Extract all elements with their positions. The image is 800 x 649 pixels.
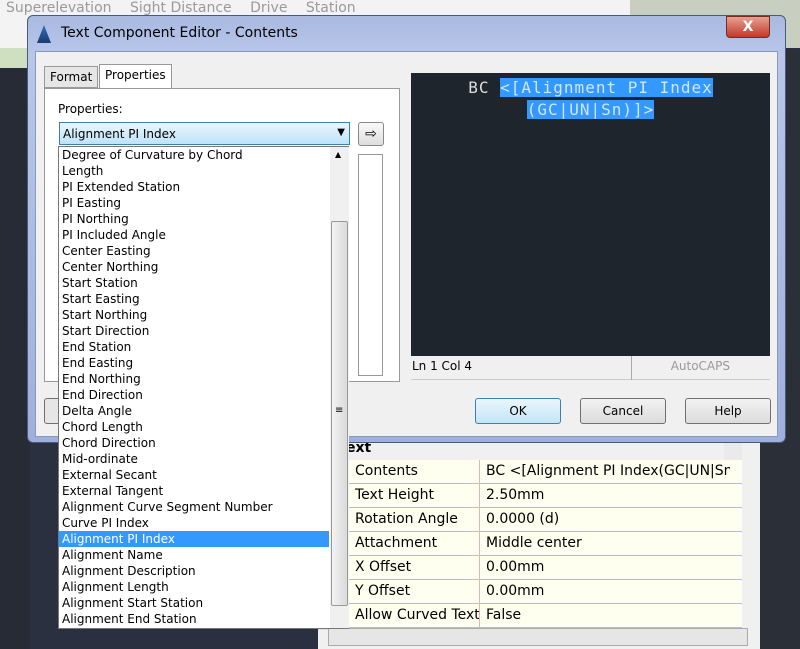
dropdown-item[interactable]: Start Station bbox=[59, 275, 329, 291]
divider bbox=[479, 484, 480, 508]
scroll-up-icon[interactable]: ▲ bbox=[335, 150, 341, 159]
grid-value[interactable]: Middle center bbox=[486, 535, 730, 551]
ribbon-tab[interactable]: Drive bbox=[250, 0, 287, 16]
property-list-behind bbox=[358, 154, 383, 376]
horizontal-scrollbar[interactable] bbox=[328, 628, 748, 646]
grid-value[interactable]: False bbox=[486, 607, 730, 623]
divider bbox=[479, 604, 480, 628]
chevron-down-icon: ▼ bbox=[337, 127, 345, 138]
dropdown-item[interactable]: External Secant bbox=[59, 467, 329, 483]
dropdown-item[interactable]: End Northing bbox=[59, 371, 329, 387]
dropdown-item[interactable]: PI Included Angle bbox=[59, 227, 329, 243]
preview-selected-text: <[Alignment PI Index bbox=[500, 78, 713, 97]
dropdown-item[interactable]: End Direction bbox=[59, 387, 329, 403]
dropdown-item[interactable]: Chord Direction bbox=[59, 435, 329, 451]
grid-value[interactable]: 0.00mm bbox=[486, 583, 730, 599]
dropdown-item[interactable]: Alignment Length bbox=[59, 579, 329, 595]
cancel-button[interactable]: Cancel bbox=[580, 398, 666, 424]
grid-key: Contents bbox=[355, 463, 418, 479]
grid-key: Y Offset bbox=[355, 583, 411, 599]
grid-value[interactable]: BC <[Alignment PI Index(GC|UN|Sn) bbox=[486, 463, 730, 479]
dropdown-item[interactable]: Start Direction bbox=[59, 323, 329, 339]
dropdown-item[interactable]: Center Easting bbox=[59, 243, 329, 259]
divider bbox=[479, 532, 480, 556]
grid-row[interactable]: X Offset 0.00mm bbox=[346, 556, 742, 580]
autocad-logo-icon bbox=[37, 25, 51, 43]
dropdown-item[interactable]: End Station bbox=[59, 339, 329, 355]
dropdown-item[interactable]: PI Extended Station bbox=[59, 179, 329, 195]
cursor-position: Ln 1 Col 4 bbox=[412, 359, 473, 373]
grid-value[interactable]: 0.0000 (d) bbox=[486, 511, 730, 527]
selected-property: Alignment PI Index bbox=[63, 127, 176, 141]
dropdown-item[interactable]: Center Northing bbox=[59, 259, 329, 275]
arrow-right-icon: ⇨ bbox=[365, 126, 377, 142]
tab-properties[interactable]: Properties bbox=[99, 64, 172, 88]
properties-dropdown-list[interactable]: Degree of Curvature by Chord Length PI Ext… bbox=[58, 146, 349, 629]
preview-selected-text-2: (GC|UN|Sn)]> bbox=[526, 100, 655, 119]
properties-label: Properties: bbox=[58, 102, 123, 116]
autocaps-indicator[interactable]: AutoCAPS bbox=[671, 359, 730, 373]
dropdown-item[interactable]: End Easting bbox=[59, 355, 329, 371]
dropdown-item[interactable]: PI Northing bbox=[59, 211, 329, 227]
dropdown-item[interactable]: Alignment PI Index bbox=[59, 531, 329, 547]
help-button[interactable]: Help bbox=[685, 398, 771, 424]
dropdown-item[interactable]: Length bbox=[59, 163, 329, 179]
dropdown-item[interactable]: Start Northing bbox=[59, 307, 329, 323]
status-bar: Ln 1 Col 4 AutoCAPS bbox=[411, 356, 770, 380]
dropdown-item[interactable]: Curve PI Index bbox=[59, 515, 329, 531]
grid-row[interactable]: Attachment Middle center bbox=[346, 532, 742, 556]
grid-key: Rotation Angle bbox=[355, 511, 458, 527]
dropdown-item[interactable]: Alignment Description bbox=[59, 563, 329, 579]
text-editor-preview[interactable]: BC <[Alignment PI Index (GC|UN|Sn)]> bbox=[411, 73, 770, 356]
ribbon-tab[interactable]: Sight Distance bbox=[130, 0, 232, 16]
close-button[interactable]: X bbox=[726, 16, 770, 38]
grid-row[interactable]: Text Height 2.50mm bbox=[346, 484, 742, 508]
grid-key: Allow Curved Text bbox=[355, 607, 480, 623]
grid-value[interactable]: 2.50mm bbox=[486, 487, 730, 503]
preview-plain-text: BC bbox=[468, 78, 501, 97]
tab-format[interactable]: Format bbox=[44, 66, 99, 88]
grid-value[interactable]: 0.00mm bbox=[486, 559, 730, 575]
dropdown-item[interactable]: Start Easting bbox=[59, 291, 329, 307]
drawing-area bbox=[0, 68, 30, 649]
dropdown-item[interactable]: Delta Angle bbox=[59, 403, 329, 419]
ok-button[interactable]: OK bbox=[475, 398, 561, 424]
divider bbox=[479, 508, 480, 532]
dropdown-item[interactable]: Alignment Curve Segment Number bbox=[59, 499, 329, 515]
divider bbox=[479, 556, 480, 580]
divider bbox=[631, 356, 632, 380]
scrollbar-thumb[interactable]: ≡ bbox=[331, 221, 348, 606]
dropdown-item[interactable]: Alignment End Station bbox=[59, 611, 329, 627]
grip-icon: ≡ bbox=[335, 405, 344, 416]
dropdown-item[interactable]: Alignment Start Station bbox=[59, 595, 329, 611]
grid-row[interactable]: Rotation Angle 0.0000 (d) bbox=[346, 508, 742, 532]
dialog-title: Text Component Editor - Contents bbox=[61, 25, 298, 41]
grid-key: Attachment bbox=[355, 535, 438, 551]
dropdown-item[interactable]: Alignment Name bbox=[59, 547, 329, 563]
grid-key: X Offset bbox=[355, 559, 412, 575]
dropdown-item[interactable]: Mid-ordinate bbox=[59, 451, 329, 467]
properties-dropdown[interactable]: Alignment PI Index ▼ bbox=[59, 122, 350, 145]
grid-row[interactable]: Contents BC <[Alignment PI Index(GC|UN|Sn… bbox=[346, 460, 742, 484]
divider bbox=[479, 580, 480, 604]
divider bbox=[479, 460, 480, 484]
grid-row[interactable]: Y Offset 0.00mm bbox=[346, 580, 742, 604]
dropdown-item[interactable]: PI Easting bbox=[59, 195, 329, 211]
dropdown-item[interactable]: Chord Length bbox=[59, 419, 329, 435]
grid-key: Text Height bbox=[355, 487, 435, 503]
ribbon-tab[interactable]: Station bbox=[306, 0, 356, 16]
grid-row[interactable]: Allow Curved Text False bbox=[346, 604, 742, 628]
dropdown-item[interactable]: Degree of Curvature by Chord bbox=[59, 147, 329, 163]
ribbon-tab[interactable]: Superelevation bbox=[6, 0, 112, 16]
insert-property-button[interactable]: ⇨ bbox=[358, 122, 384, 146]
dropdown-item[interactable]: External Tangent bbox=[59, 483, 329, 499]
preview-text: BC <[Alignment PI Index (GC|UN|Sn)]> bbox=[411, 77, 770, 121]
background-band bbox=[0, 48, 30, 68]
